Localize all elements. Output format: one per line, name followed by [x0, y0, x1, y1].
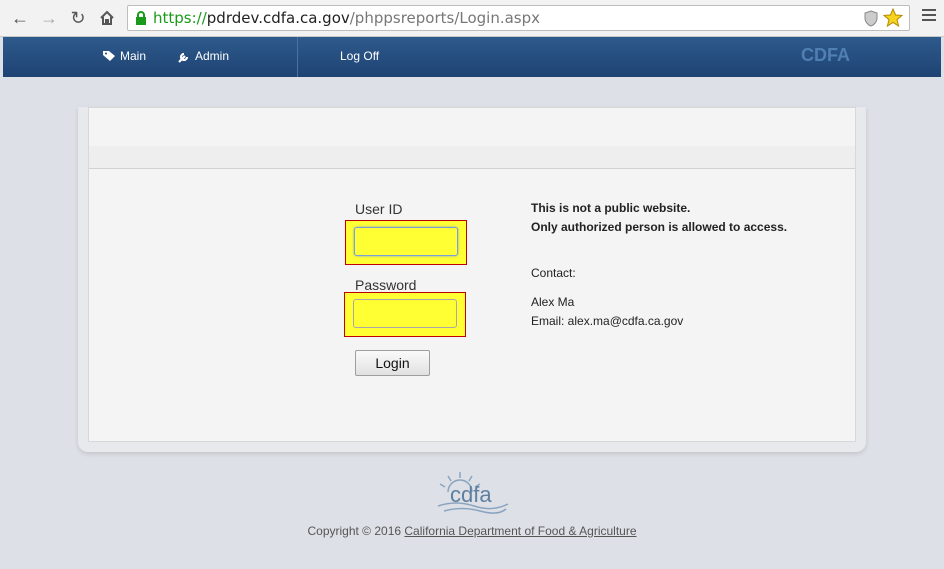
logo-text: cdfa [450, 482, 492, 507]
bookmark-star-icon[interactable] [883, 8, 903, 28]
nav-main[interactable]: Main [102, 49, 146, 63]
nav-admin[interactable]: Admin [178, 49, 229, 63]
nav-main-label: Main [120, 49, 147, 63]
login-panel: User ID Password Login This is not a pub… [88, 107, 856, 442]
url-text: https://pdrdev.cdfa.ca.gov/phppsreports/… [153, 9, 541, 27]
notice-line-1: This is not a public website. [531, 201, 691, 215]
login-button[interactable]: Login [355, 350, 430, 376]
reload-icon[interactable]: ↻ [66, 6, 90, 30]
nav-logoff[interactable]: Log Off [340, 49, 379, 63]
browser-menu-icon[interactable] [922, 9, 936, 24]
password-label: Password [355, 277, 417, 293]
shield-icon[interactable] [863, 10, 879, 27]
nav-admin-label: Admin [195, 49, 230, 63]
notice-line-2: Only authorized person is allowed to acc… [531, 220, 788, 234]
footer: Copyright © 2016 California Department o… [0, 524, 944, 538]
brand-logo-text: CDFA [801, 45, 850, 65]
browser-toolbar: ← → ↻ https://pdrdev.cdfa.ca.gov/phppsre… [0, 0, 944, 37]
forward-arrow-icon[interactable]: → [37, 6, 61, 30]
copyright-text: Copyright © 2016 [307, 524, 402, 538]
userid-input[interactable] [354, 227, 458, 256]
password-input[interactable] [353, 299, 457, 328]
password-highlight [344, 292, 466, 337]
nav-logoff-label: Log Off [340, 49, 380, 63]
address-bar[interactable]: https://pdrdev.cdfa.ca.gov/phppsreports/… [127, 5, 910, 31]
userid-label: User ID [355, 201, 403, 217]
back-arrow-icon[interactable]: ← [8, 6, 32, 30]
home-icon[interactable] [95, 6, 119, 30]
panel-header-band [89, 146, 855, 169]
contact-email: Email: alex.ma@cdfa.ca.gov [531, 314, 684, 328]
userid-highlight [345, 220, 467, 265]
contact-name: Alex Ma [531, 295, 575, 309]
cdfa-link[interactable]: California Department of Food & Agricult… [404, 524, 636, 538]
lock-icon [136, 11, 146, 25]
app-navbar: Main Admin Log Off CDFA [3, 37, 941, 77]
nav-divider [297, 37, 298, 77]
wrench-icon [178, 52, 189, 63]
contact-label: Contact: [531, 266, 576, 280]
tag-icon [103, 51, 115, 61]
cdfa-logo: cdfa [437, 472, 509, 514]
